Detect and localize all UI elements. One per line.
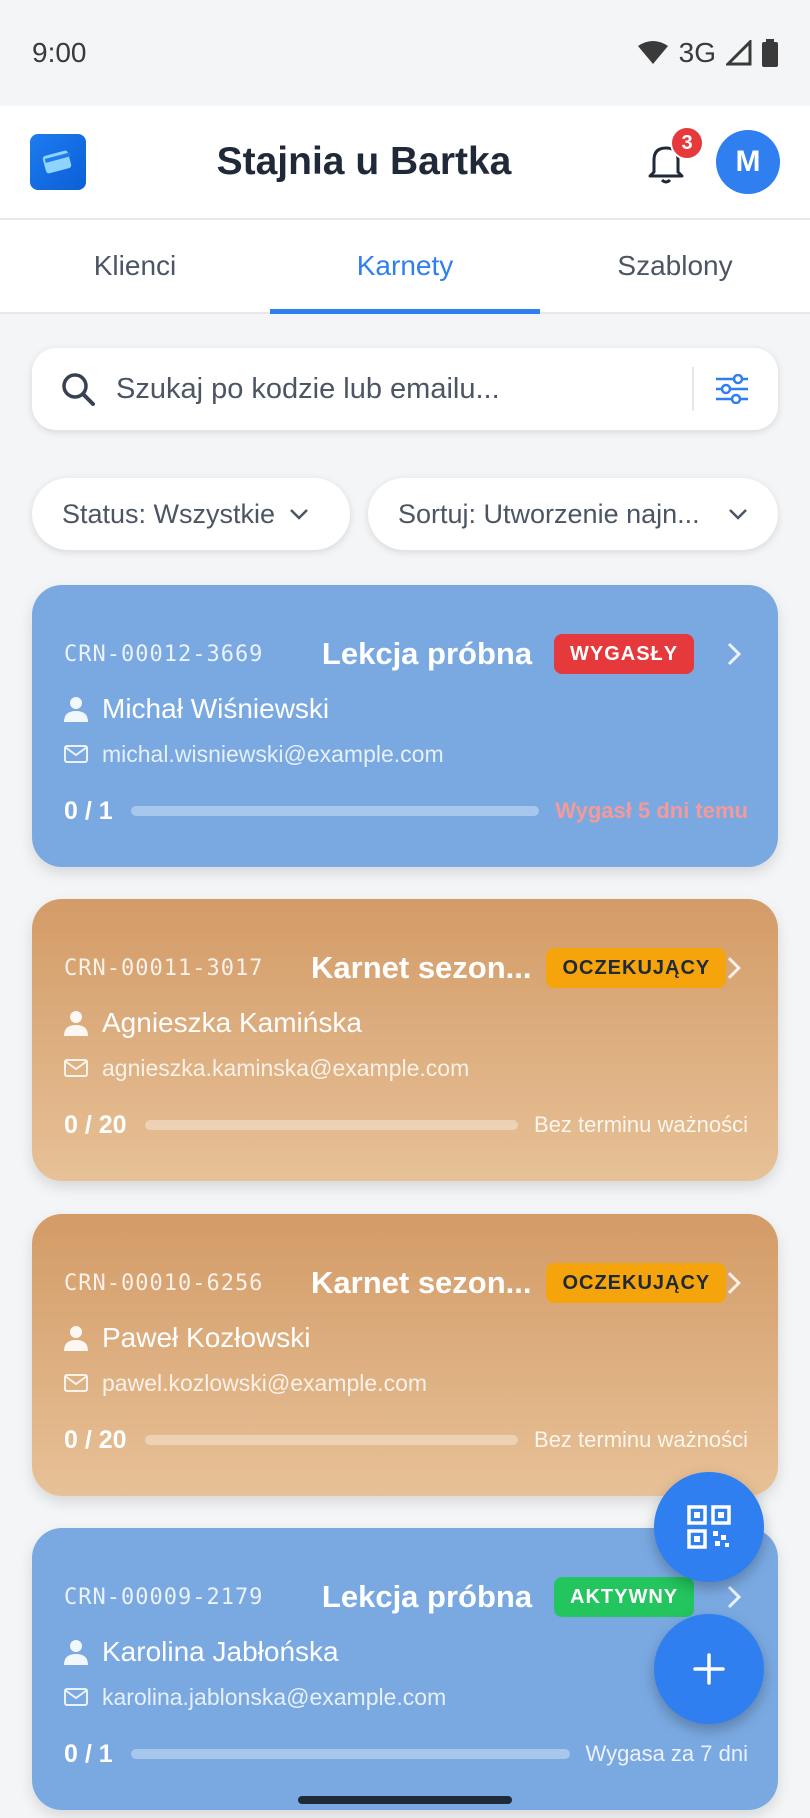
wifi-icon — [637, 41, 668, 64]
status-time: 9:00 — [32, 37, 87, 68]
client-email: agnieszka.kaminska@example.com — [102, 1054, 470, 1081]
page-title: Stajnia u Bartka — [216, 140, 512, 183]
chevron-down-icon — [729, 509, 747, 520]
mail-icon — [64, 1374, 88, 1392]
pass-code: CRN-00011-3017 — [64, 955, 264, 981]
usage-count: 0 / 20 — [64, 1425, 127, 1454]
status-badge: WYGASŁY — [554, 634, 695, 674]
status-icons: 3G — [637, 37, 778, 69]
expiry-text: Wygasł 5 dni temu — [555, 798, 748, 823]
client-email: michal.wisniewski@example.com — [102, 740, 444, 767]
pass-title: Karnet sezon... — [311, 1265, 532, 1300]
app-logo-icon[interactable] — [30, 134, 86, 190]
usage-count: 0 / 1 — [64, 796, 113, 825]
chevron-right-icon — [727, 642, 742, 666]
filter-settings-icon[interactable] — [714, 374, 750, 404]
status-badge: OCZEKUJĄCY — [546, 948, 727, 988]
search-bar — [32, 348, 778, 430]
chevron-right-icon — [728, 957, 742, 979]
scan-qr-button[interactable] — [654, 1472, 764, 1582]
usage-progress-bar — [144, 1120, 519, 1130]
client-name: Michał Wiśniewski — [102, 693, 330, 724]
home-indicator[interactable] — [298, 1796, 512, 1804]
search-icon — [62, 373, 95, 406]
sort-dropdown[interactable]: Sortuj: Utworzenie najn... — [368, 478, 778, 550]
chevron-right-icon — [728, 1272, 742, 1294]
pass-title: Lekcja próbna — [321, 636, 533, 671]
tab-szablony[interactable]: Szablony — [540, 220, 810, 312]
status-bar: 9:00 3G — [0, 0, 810, 106]
usage-count: 0 / 1 — [64, 1739, 113, 1768]
signal-icon — [726, 40, 752, 66]
client-name: Agnieszka Kamińska — [102, 1007, 362, 1038]
network-label: 3G — [678, 37, 716, 68]
client-name: Karolina Jabłońska — [102, 1636, 339, 1667]
chevron-right-icon — [727, 1585, 742, 1609]
client-email: karolina.jablonska@example.com — [102, 1683, 447, 1710]
add-pass-button[interactable] — [654, 1614, 764, 1724]
person-icon — [64, 1326, 88, 1351]
tab-karnety[interactable]: Karnety — [270, 220, 540, 314]
pass-card[interactable]: CRN-00012-3669 Lekcja próbna WYGASŁY Mic… — [32, 585, 778, 867]
search-divider — [692, 367, 694, 411]
pass-title: Karnet sezon... — [311, 950, 532, 985]
qr-code-icon — [687, 1505, 731, 1549]
status-badge: OCZEKUJĄCY — [546, 1263, 727, 1303]
notifications-button[interactable]: 3 — [642, 126, 704, 186]
status-filter-label: Status: Wszystkie — [62, 498, 276, 529]
expiry-text: Wygasa za 7 dni — [585, 1741, 748, 1766]
mail-icon — [64, 745, 88, 763]
mail-icon — [64, 1059, 88, 1077]
search-input[interactable] — [116, 372, 672, 406]
status-badge: AKTYWNY — [554, 1577, 695, 1617]
usage-progress-bar — [130, 1749, 570, 1759]
person-icon — [64, 697, 88, 722]
pass-code: CRN-00012-3669 — [64, 641, 264, 667]
mail-icon — [64, 1688, 88, 1706]
sort-label: Sortuj: Utworzenie najn... — [398, 498, 700, 529]
pass-card[interactable]: CRN-00010-6256 Karnet sezon... OCZEKUJĄC… — [32, 1214, 778, 1496]
pass-title: Lekcja próbna — [321, 1579, 533, 1614]
expiry-text: Bez terminu ważności — [534, 1427, 748, 1452]
usage-count: 0 / 20 — [64, 1110, 127, 1139]
person-icon — [64, 1011, 88, 1036]
app-bar: Stajnia u Bartka 3 M — [0, 106, 810, 218]
usage-progress-bar — [144, 1435, 519, 1445]
client-email: pawel.kozlowski@example.com — [102, 1369, 428, 1396]
plus-icon — [693, 1653, 725, 1685]
expiry-text: Bez terminu ważności — [534, 1112, 748, 1137]
filter-row: Status: Wszystkie Sortuj: Utworzenie naj… — [32, 478, 778, 550]
status-filter-dropdown[interactable]: Status: Wszystkie — [32, 478, 350, 550]
pass-code: CRN-00010-6256 — [64, 1270, 264, 1296]
usage-progress-bar — [130, 806, 540, 816]
person-icon — [64, 1640, 88, 1665]
avatar[interactable]: M — [716, 130, 780, 194]
client-name: Paweł Kozłowski — [102, 1322, 311, 1353]
battery-icon — [762, 39, 778, 67]
notification-badge: 3 — [670, 126, 704, 160]
pass-code: CRN-00009-2179 — [64, 1584, 264, 1610]
tab-klienci[interactable]: Klienci — [0, 220, 270, 312]
tab-bar: Klienci Karnety Szablony — [0, 218, 810, 314]
chevron-down-icon — [290, 509, 308, 520]
pass-card[interactable]: CRN-00011-3017 Karnet sezon... OCZEKUJĄC… — [32, 899, 778, 1181]
